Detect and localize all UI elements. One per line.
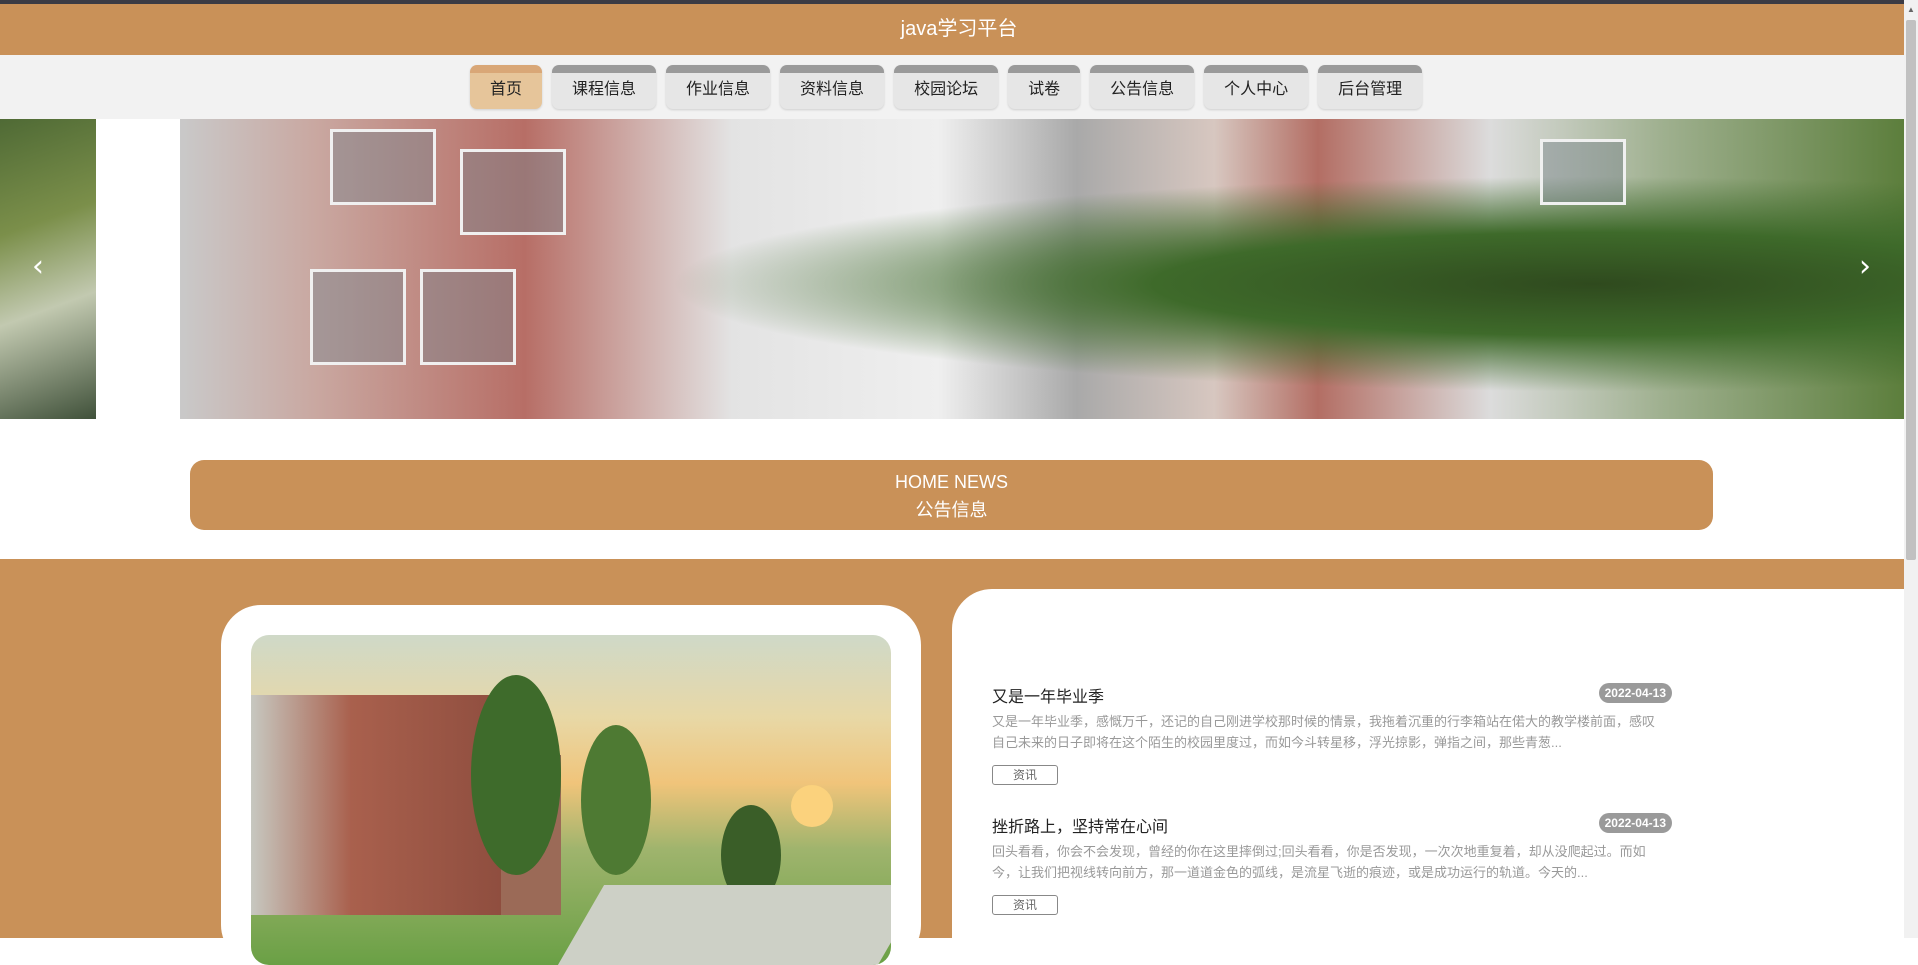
news-area: 又是一年毕业季 2022-04-13 又是一年毕业季，感慨万千，还记的自己刚进学… — [0, 559, 1904, 965]
nav-item-announcements[interactable]: 公告信息 — [1090, 65, 1195, 109]
nav-item-profile[interactable]: 个人中心 — [1204, 65, 1309, 109]
news-featured-card — [221, 605, 921, 965]
chevron-right-icon[interactable]: › — [1853, 249, 1877, 285]
scrollbar-thumb[interactable] — [1906, 20, 1916, 560]
news-tag-button[interactable]: 资讯 — [992, 765, 1058, 785]
banner-window — [460, 149, 566, 235]
nav-item-homework[interactable]: 作业信息 — [666, 65, 771, 109]
photo-path — [557, 885, 891, 965]
news-section-header: HOME NEWS 公告信息 — [190, 460, 1713, 530]
photo-sun — [791, 785, 833, 827]
news-title[interactable]: 挫折路上，坚持常在心间 — [992, 813, 1168, 837]
news-tag-button[interactable]: 资讯 — [992, 895, 1058, 915]
scroll-up-arrow-icon[interactable]: ▲ — [1906, 4, 1916, 16]
banner-carousel[interactable]: ‹ › — [0, 119, 1904, 419]
nav-list: 首页 课程信息 作业信息 资料信息 校园论坛 试卷 公告信息 个人中心 后台管理 — [470, 65, 1432, 109]
nav-item-admin[interactable]: 后台管理 — [1318, 65, 1423, 109]
banner-window — [310, 269, 406, 365]
news-section-title-zh: 公告信息 — [915, 500, 988, 520]
news-date-badge: 2022-04-13 — [1598, 683, 1672, 703]
banner-window — [1540, 139, 1626, 205]
nav-item-exams[interactable]: 试卷 — [1008, 65, 1081, 109]
photo-tree — [471, 675, 561, 875]
nav-item-home[interactable]: 首页 — [470, 65, 543, 109]
banner-window — [330, 129, 436, 205]
nav-item-forum[interactable]: 校园论坛 — [894, 65, 999, 109]
nav-item-materials[interactable]: 资料信息 — [780, 65, 885, 109]
news-description: 又是一年毕业季，感慨万千，还记的自己刚进学校那时候的情景，我拖着沉重的行李箱站在… — [992, 714, 1656, 750]
main-nav: 首页 课程信息 作业信息 资料信息 校园论坛 试卷 公告信息 个人中心 后台管理 — [0, 55, 1904, 119]
news-date-badge: 2022-04-13 — [1598, 813, 1672, 833]
news-list: 又是一年毕业季 2022-04-13 又是一年毕业季，感慨万千，还记的自己刚进学… — [952, 589, 1904, 949]
news-featured-image[interactable] — [251, 635, 891, 965]
banner-window — [420, 269, 516, 365]
photo-building — [251, 695, 501, 915]
banner-slide-current — [180, 119, 1904, 419]
news-title[interactable]: 又是一年毕业季 — [992, 683, 1104, 707]
photo-tree — [581, 725, 651, 875]
nav-item-courses[interactable]: 课程信息 — [552, 65, 657, 109]
site-title-bar: java学习平台 — [0, 4, 1918, 55]
chevron-left-icon[interactable]: ‹ — [26, 249, 50, 285]
news-description: 回头看看，你会不会发现，曾经的你在这里摔倒过;回头看看，你是否发现，一次次地重复… — [992, 844, 1646, 880]
news-section-title-en: HOME NEWS — [894, 472, 1008, 492]
site-title: java学习平台 — [900, 18, 1018, 40]
